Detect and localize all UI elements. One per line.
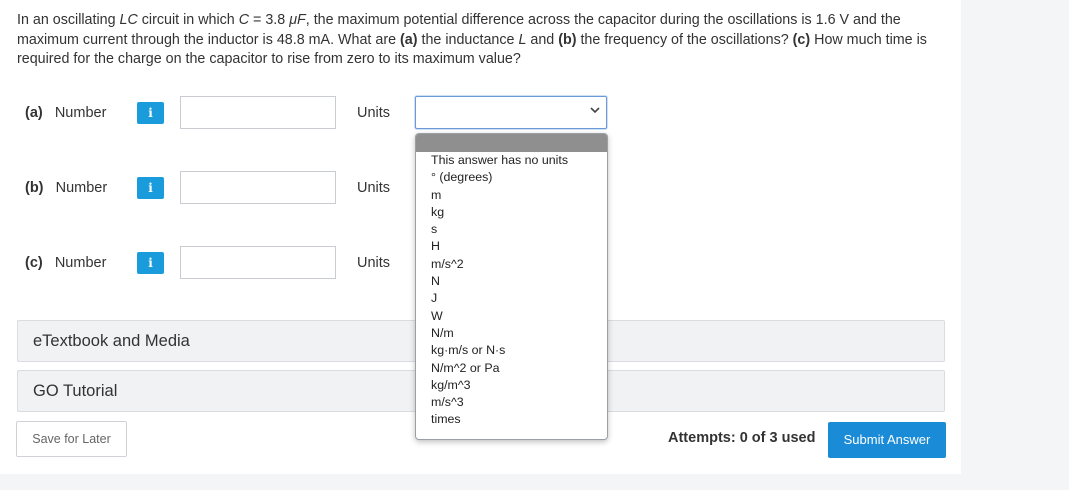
question-panel: In an oscillating LC circuit in which C …: [0, 0, 961, 474]
dropdown-option[interactable]: This answer has no units: [416, 152, 607, 169]
part-c-units-label: Units: [357, 255, 391, 271]
part-b-units-label: Units: [357, 180, 391, 196]
chevron-down-icon: [590, 105, 600, 118]
dropdown-option[interactable]: kg/m^3: [416, 377, 607, 394]
dropdown-option[interactable]: N: [416, 273, 607, 290]
dropdown-option[interactable]: ° (degrees): [416, 169, 607, 186]
part-c-number-input[interactable]: [180, 246, 336, 279]
attempts-counter: Attempts: 0 of 3 used: [668, 430, 816, 446]
dropdown-option[interactable]: s: [416, 221, 607, 238]
dropdown-option[interactable]: m/s^3: [416, 394, 607, 411]
dropdown-highlighted-option[interactable]: [416, 134, 607, 152]
part-b-number-input[interactable]: [180, 171, 336, 204]
info-icon[interactable]: i: [137, 102, 164, 124]
dropdown-option[interactable]: N/m: [416, 325, 607, 342]
part-a-units-label: Units: [357, 105, 391, 121]
part-a-row: (a) Number i Units: [0, 96, 420, 130]
info-icon[interactable]: i: [137, 177, 164, 199]
part-a-units-select[interactable]: [415, 96, 607, 129]
dropdown-option[interactable]: kg: [416, 204, 607, 221]
dropdown-option[interactable]: kg·m/s or N·s: [416, 342, 607, 359]
dropdown-option[interactable]: J: [416, 290, 607, 307]
save-for-later-button[interactable]: Save for Later: [16, 421, 127, 457]
go-tutorial-label: GO Tutorial: [33, 382, 118, 400]
info-icon[interactable]: i: [137, 252, 164, 274]
units-dropdown-list[interactable]: This answer has no units ° (degrees) m k…: [415, 133, 608, 440]
part-a-number-input[interactable]: [180, 96, 336, 129]
etextbook-media-label: eTextbook and Media: [33, 332, 190, 350]
dropdown-option[interactable]: times: [416, 411, 607, 428]
question-text: In an oscillating LC circuit in which C …: [17, 12, 927, 67]
dropdown-option[interactable]: N/m^2 or Pa: [416, 360, 607, 377]
part-b-label: (b) Number: [25, 180, 108, 196]
part-b-row: (b) Number i Units: [0, 171, 420, 205]
submit-answer-button[interactable]: Submit Answer: [828, 422, 946, 458]
dropdown-option[interactable]: m/s^2: [416, 256, 607, 273]
dropdown-option[interactable]: m: [416, 187, 607, 204]
part-c-label: (c) Number: [25, 255, 107, 271]
part-a-label: (a) Number: [25, 105, 107, 121]
dropdown-option[interactable]: H: [416, 238, 607, 255]
dropdown-option[interactable]: W: [416, 308, 607, 325]
part-c-row: (c) Number i Units: [0, 246, 420, 280]
